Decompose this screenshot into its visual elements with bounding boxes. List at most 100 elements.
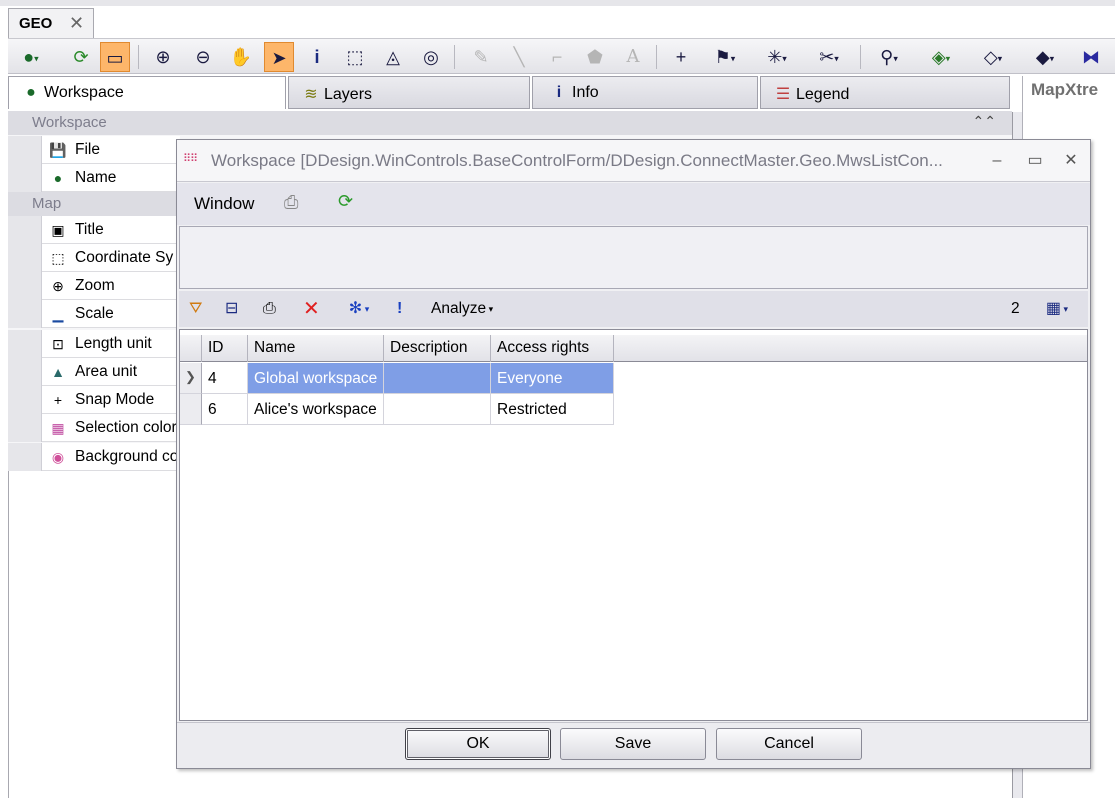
exclamation-icon[interactable]: ! xyxy=(397,297,402,321)
tab-layers[interactable]: ≋ Layers xyxy=(288,76,530,109)
column-header-name[interactable]: Name xyxy=(248,335,384,362)
cell-description[interactable] xyxy=(384,394,491,425)
document-tab-geo[interactable]: GEO ✕ xyxy=(8,8,94,38)
snowflake-icon[interactable]: ✻ ▾ xyxy=(341,297,377,321)
cell-id[interactable]: 4 xyxy=(202,363,248,394)
save-button[interactable]: Save xyxy=(560,728,706,760)
prop-label: Selection color xyxy=(75,419,177,436)
layer-control-icon[interactable]: ◈▾ xyxy=(920,42,962,72)
grid-toolbar: ⛛ ⊟ ⎙ ✕ ✻ ▾ ! Analyze ▾ 2 ▦ ▾ xyxy=(179,291,1088,327)
layer-add-icon[interactable]: ◇▾ xyxy=(972,42,1014,72)
edit-node-icon[interactable]: ✎ xyxy=(466,42,496,72)
toolbar-separator xyxy=(860,45,861,69)
column-header-id[interactable]: ID xyxy=(202,335,248,362)
close-icon[interactable]: ✕ xyxy=(1059,149,1083,173)
close-icon[interactable]: ✕ xyxy=(69,13,84,34)
maximize-icon[interactable]: ▭ xyxy=(1023,149,1047,173)
group-workspace[interactable]: Workspace ⌃⌃ xyxy=(8,111,1012,135)
cell-name[interactable]: Global workspace xyxy=(248,363,384,394)
filter-icon[interactable]: ⛛ xyxy=(189,297,202,321)
minimize-icon[interactable]: – xyxy=(985,149,1009,173)
delete-icon[interactable]: ✕ xyxy=(303,297,320,321)
collapse-icon[interactable]: ⌃⌃ xyxy=(973,113,996,130)
prop-label: Zoom xyxy=(75,277,115,294)
column-chooser-icon[interactable]: ⊟ xyxy=(225,297,238,321)
prop-title[interactable]: ▣ Title xyxy=(8,216,180,244)
radius-select-icon[interactable]: ◬ xyxy=(378,42,408,72)
print-icon[interactable]: ⎙ xyxy=(284,192,298,213)
prop-snap-mode[interactable]: + Snap Mode xyxy=(8,386,180,414)
dialog-title-bar[interactable]: ⠿⠿ Workspace [DDesign.WinControls.BaseCo… xyxy=(177,140,1090,182)
record-count: 2 xyxy=(1011,300,1020,317)
tab-info[interactable]: i Info xyxy=(532,76,758,109)
map-view-icon[interactable]: ▭ xyxy=(100,42,130,72)
mapxtreme-label: MapXtre xyxy=(1031,80,1099,99)
rect-select-icon[interactable]: ⬚ xyxy=(340,42,370,72)
line-icon[interactable]: ╲ xyxy=(504,42,534,72)
analyze-menu[interactable]: Analyze ▾ xyxy=(431,297,493,321)
scale-icon: ▁ xyxy=(52,306,64,322)
dialog-footer: OK Save Cancel xyxy=(177,722,1090,768)
zoom-in-icon[interactable]: ⊕ xyxy=(148,42,178,72)
tools-icon[interactable]: ✂▾ xyxy=(808,42,850,72)
prop-label: Title xyxy=(75,221,104,238)
toolbar-separator xyxy=(138,45,139,69)
polygon-icon[interactable]: ⬟ xyxy=(580,42,610,72)
polyline-icon[interactable]: ⌐ xyxy=(542,42,572,72)
menu-window[interactable]: Window xyxy=(194,194,254,214)
flag-icon[interactable]: ⚑▾ xyxy=(704,42,746,72)
prop-scale[interactable]: ▁ Scale xyxy=(8,300,180,328)
prop-label: Snap Mode xyxy=(75,391,155,408)
find-icon[interactable]: ⚲▾ xyxy=(868,42,910,72)
grid-layout-icon[interactable]: ▦ ▾ xyxy=(1037,297,1077,321)
table-row[interactable]: ❯ 4 Global workspace Everyone xyxy=(180,363,1087,394)
cell-name[interactable]: Alice's workspace xyxy=(248,394,384,425)
prop-zoom[interactable]: ⊕ Zoom xyxy=(8,272,180,300)
cell-access-rights[interactable]: Everyone xyxy=(491,363,614,394)
refresh-icon[interactable]: ⟳ xyxy=(66,42,96,72)
prop-label: Scale xyxy=(75,305,114,322)
top-band xyxy=(0,0,1115,6)
save-icon: 💾 xyxy=(49,142,67,158)
zoom-out-icon[interactable]: ⊖ xyxy=(188,42,218,72)
cell-access-rights[interactable]: Restricted xyxy=(491,394,614,425)
prop-coordinate-system[interactable]: ⬚ Coordinate Sy xyxy=(8,244,180,272)
ok-button[interactable]: OK xyxy=(405,728,551,760)
select-arrow-icon[interactable]: ➤ xyxy=(264,42,294,72)
refresh-icon[interactable]: ⟳ xyxy=(338,191,353,212)
panel-tabs: ● Workspace ≋ Layers i Info ☰ Legend xyxy=(8,76,1012,110)
add-point-icon[interactable]: + xyxy=(666,42,696,72)
star-select-icon[interactable]: ✳▾ xyxy=(756,42,798,72)
tab-workspace[interactable]: ● Workspace xyxy=(8,76,286,109)
globe-icon[interactable]: ●▾ xyxy=(12,42,50,72)
cell-id[interactable]: 6 xyxy=(202,394,248,425)
prop-area-unit[interactable]: ▲ Area unit xyxy=(8,358,180,386)
prop-label: Area unit xyxy=(75,363,138,380)
row-gutter xyxy=(8,244,42,272)
target-select-icon[interactable]: ◎ xyxy=(416,42,446,72)
print-icon[interactable]: ⎙ xyxy=(263,297,276,321)
globe-icon: ● xyxy=(53,170,63,186)
prop-background-color[interactable]: ◉ Background co xyxy=(8,443,180,471)
zoom-icon: ⊕ xyxy=(52,278,64,294)
column-header-description[interactable]: Description xyxy=(384,335,491,362)
prop-name[interactable]: ● Name xyxy=(8,164,180,192)
table-row[interactable]: 6 Alice's workspace Restricted xyxy=(180,394,1087,425)
pan-hand-icon[interactable]: ✋ xyxy=(226,42,256,72)
length-icon: ⊡ xyxy=(52,336,64,352)
prop-file[interactable]: 💾 File xyxy=(8,136,180,164)
tab-legend[interactable]: ☰ Legend xyxy=(760,76,1010,109)
layer-edit-icon[interactable]: ◆▾ xyxy=(1024,42,1066,72)
row-selected-indicator-icon[interactable]: ❯ xyxy=(180,363,202,394)
prop-length-unit[interactable]: ⊡ Length unit xyxy=(8,330,180,358)
cancel-button[interactable]: Cancel xyxy=(716,728,862,760)
column-header-access-rights[interactable]: Access rights xyxy=(491,335,614,362)
filter-area xyxy=(179,226,1088,289)
cell-description[interactable] xyxy=(384,363,491,394)
row-indicator[interactable] xyxy=(180,394,202,425)
prop-selection-color[interactable]: ▦ Selection color xyxy=(8,414,180,442)
info-icon[interactable]: i xyxy=(302,42,332,72)
tab-label: Layers xyxy=(324,86,373,103)
text-icon[interactable]: A xyxy=(618,42,648,72)
split-icon[interactable]: ⧓ xyxy=(1076,42,1106,72)
